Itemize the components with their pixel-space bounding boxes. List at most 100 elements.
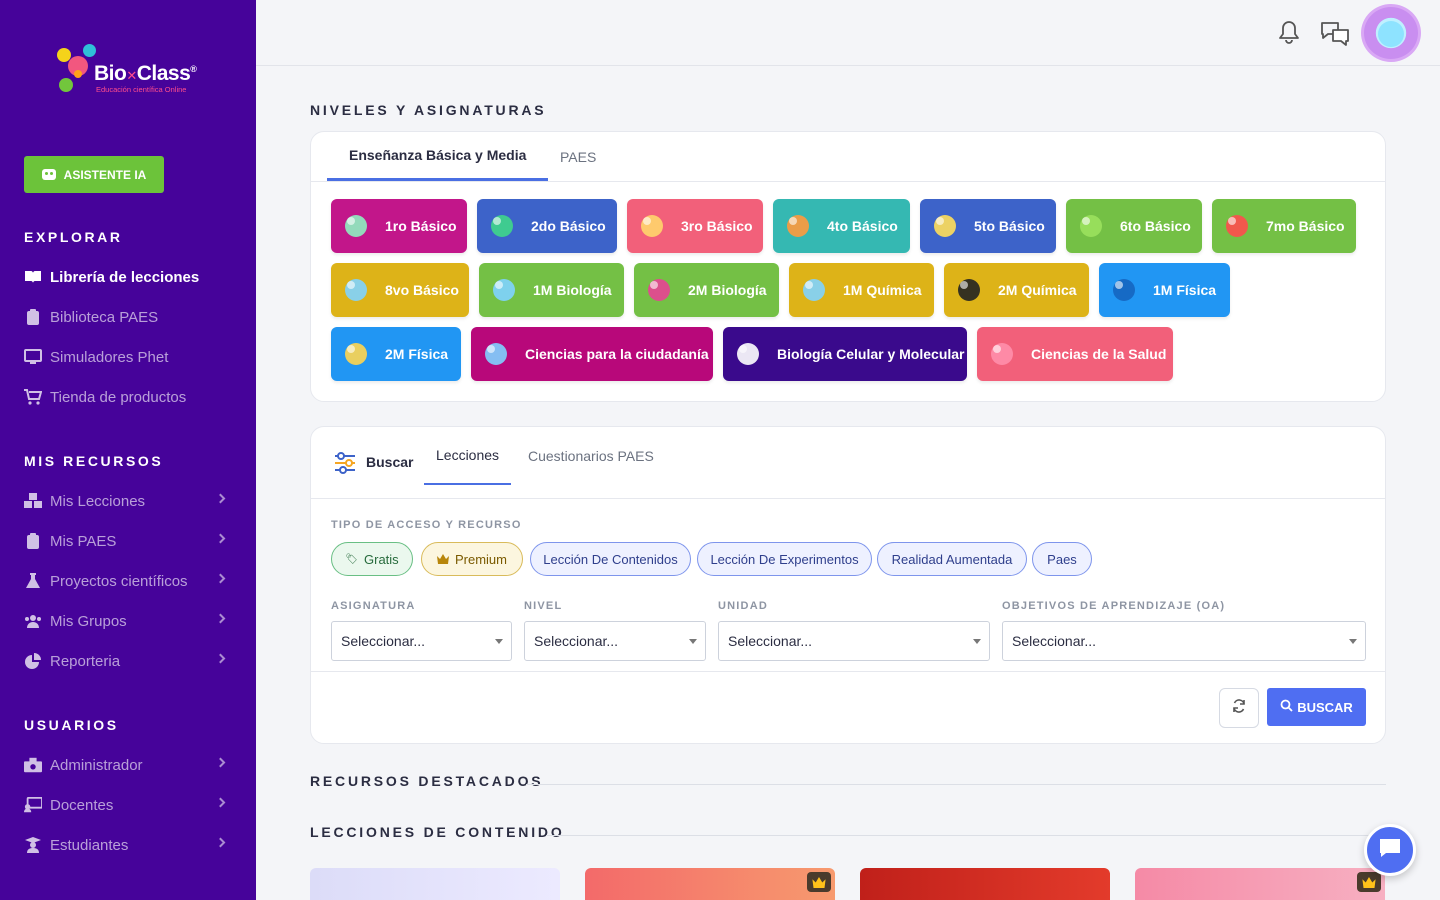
level-illustration-icon <box>731 337 765 371</box>
level-label: 1M Biología <box>533 282 612 298</box>
level-label: 1ro Básico <box>385 218 457 234</box>
tab-cuestionarios-paes[interactable]: Cuestionarios PAES <box>528 427 654 485</box>
level-label: 2do Básico <box>531 218 606 234</box>
premium-crown-icon <box>807 872 831 892</box>
lesson-card-thumbnail-1[interactable] <box>310 868 560 900</box>
select-asignatura[interactable]: Seleccionar... <box>331 621 512 661</box>
level-button-4[interactable]: 4to Básico <box>773 199 910 253</box>
tab-lecciones[interactable]: Lecciones <box>424 427 512 485</box>
level-illustration-icon <box>1220 209 1254 243</box>
nav-biblioteca-paes[interactable]: Biblioteca PAES <box>24 304 234 330</box>
level-button-9[interactable]: 1M Biología <box>479 263 624 317</box>
level-illustration-icon <box>781 209 815 243</box>
nav-simuladores-phet[interactable]: Simuladores Phet <box>24 344 234 370</box>
chip-realidad-aumentada[interactable]: Realidad Aumentada <box>877 542 1027 576</box>
nav-proyectos-cientificos[interactable]: Proyectos científicos <box>24 568 234 594</box>
book-open-icon <box>24 269 42 285</box>
nav-mis-lecciones[interactable]: Mis Lecciones <box>24 488 234 514</box>
chip-gratis[interactable]: 🏷 Gratis <box>331 542 413 576</box>
student-icon <box>24 837 42 853</box>
clipboard-icon <box>24 533 42 549</box>
level-label: Biología Celular y Molecular <box>777 346 965 362</box>
level-button-11[interactable]: 1M Química <box>789 263 934 317</box>
chevron-right-icon <box>215 653 226 664</box>
level-button-7[interactable]: 7mo Básico <box>1212 199 1356 253</box>
chip-leccion-experimentos[interactable]: Lección De Experimentos <box>697 542 872 576</box>
cubes-icon <box>24 493 42 509</box>
caret-down-icon <box>495 639 503 644</box>
chat-bubble-icon <box>1378 836 1402 865</box>
level-label: 7mo Básico <box>1266 218 1345 234</box>
levels-tabs: Enseñanza Básica y Media PAES <box>311 132 1385 182</box>
resources-section-title: MIS RECURSOS <box>24 453 164 469</box>
tab-ensenanza-basica-media[interactable]: Enseñanza Básica y Media <box>327 132 549 181</box>
nav-mis-paes[interactable]: Mis PAES <box>24 528 234 554</box>
chevron-right-icon <box>215 533 226 544</box>
nav-estudiantes[interactable]: Estudiantes <box>24 832 234 858</box>
level-button-15[interactable]: Ciencias para la ciudadanía <box>471 327 713 381</box>
users-section-title: USUARIOS <box>24 717 119 733</box>
levels-section-title: NIVELES Y ASIGNATURAS <box>310 102 547 118</box>
level-illustration-icon <box>339 337 373 371</box>
pie-chart-icon <box>24 653 42 669</box>
lesson-card-thumbnail-2[interactable] <box>585 868 835 900</box>
chevron-right-icon <box>215 757 226 768</box>
level-button-2[interactable]: 2do Básico <box>477 199 617 253</box>
level-label: Ciencias para la ciudadanía <box>525 346 709 362</box>
search-button[interactable]: BUSCAR <box>1267 688 1366 726</box>
level-label: 3ro Básico <box>681 218 753 234</box>
level-label: 5to Básico <box>974 218 1045 234</box>
lesson-card-thumbnail-4[interactable] <box>1135 868 1385 900</box>
ai-assistant-button[interactable]: ASISTENTE IA <box>24 156 164 193</box>
level-button-1[interactable]: 1ro Básico <box>331 199 467 253</box>
level-label: 8vo Básico <box>385 282 459 298</box>
level-button-14[interactable]: 2M Física <box>331 327 461 381</box>
avatar-face <box>1378 21 1404 47</box>
nav-docentes[interactable]: Docentes <box>24 792 234 818</box>
filter-label-objetivos: OBJETIVOS DE APRENDIZAJE (OA) <box>1002 600 1226 612</box>
select-unidad[interactable]: Seleccionar... <box>718 621 990 661</box>
bioclass-logo[interactable]: Bio✕Class® Educación científica Online <box>54 42 204 100</box>
level-button-13[interactable]: 1M Física <box>1099 263 1230 317</box>
level-button-8[interactable]: 8vo Básico <box>331 263 469 317</box>
select-nivel[interactable]: Seleccionar... <box>524 621 706 661</box>
nav-administrador[interactable]: Administrador <box>24 752 234 778</box>
nav-libreria-lecciones[interactable]: Librería de lecciones <box>24 264 234 290</box>
cart-icon <box>24 389 42 405</box>
filter-label-nivel: NIVEL <box>524 600 563 612</box>
level-label: Ciencias de la Salud <box>1031 346 1167 362</box>
level-button-10[interactable]: 2M Biología <box>634 263 779 317</box>
level-button-5[interactable]: 5to Básico <box>920 199 1056 253</box>
level-button-17[interactable]: Ciencias de la Salud <box>977 327 1173 381</box>
caret-down-icon <box>689 639 697 644</box>
bell-icon[interactable] <box>1278 20 1300 44</box>
search-label: Buscar <box>366 454 414 470</box>
chevron-right-icon <box>215 613 226 624</box>
level-illustration-icon <box>1074 209 1108 243</box>
tab-paes[interactable]: PAES <box>560 132 596 181</box>
nav-reporteria[interactable]: Reporteria <box>24 648 234 674</box>
search-icon <box>1280 699 1293 715</box>
chip-leccion-contenidos[interactable]: Lección De Contenidos <box>530 542 691 576</box>
level-label: 2M Física <box>385 346 449 362</box>
search-tabs: Buscar Lecciones Cuestionarios PAES <box>311 427 1385 499</box>
support-chat-button[interactable] <box>1364 824 1416 876</box>
nav-mis-grupos[interactable]: Mis Grupos <box>24 608 234 634</box>
reset-button[interactable] <box>1219 688 1259 728</box>
level-illustration-icon <box>1107 273 1141 307</box>
level-button-16[interactable]: Biología Celular y Molecular <box>723 327 967 381</box>
select-objetivos[interactable]: Seleccionar... <box>1002 621 1366 661</box>
level-button-6[interactable]: 6to Básico <box>1066 199 1202 253</box>
nav-tienda-productos[interactable]: Tienda de productos <box>24 384 234 410</box>
chip-premium[interactable]: Premium <box>421 542 523 576</box>
chat-icon[interactable] <box>1319 20 1351 46</box>
user-avatar[interactable] <box>1361 4 1421 62</box>
level-button-12[interactable]: 2M Química <box>944 263 1089 317</box>
lesson-card-thumbnail-3[interactable] <box>860 868 1110 900</box>
levels-card: Enseñanza Básica y Media PAES 1ro Básico… <box>310 131 1386 402</box>
level-button-3[interactable]: 3ro Básico <box>627 199 763 253</box>
level-illustration-icon <box>485 209 519 243</box>
chip-paes[interactable]: Paes <box>1032 542 1092 576</box>
caret-down-icon <box>973 639 981 644</box>
robot-icon <box>41 169 56 180</box>
